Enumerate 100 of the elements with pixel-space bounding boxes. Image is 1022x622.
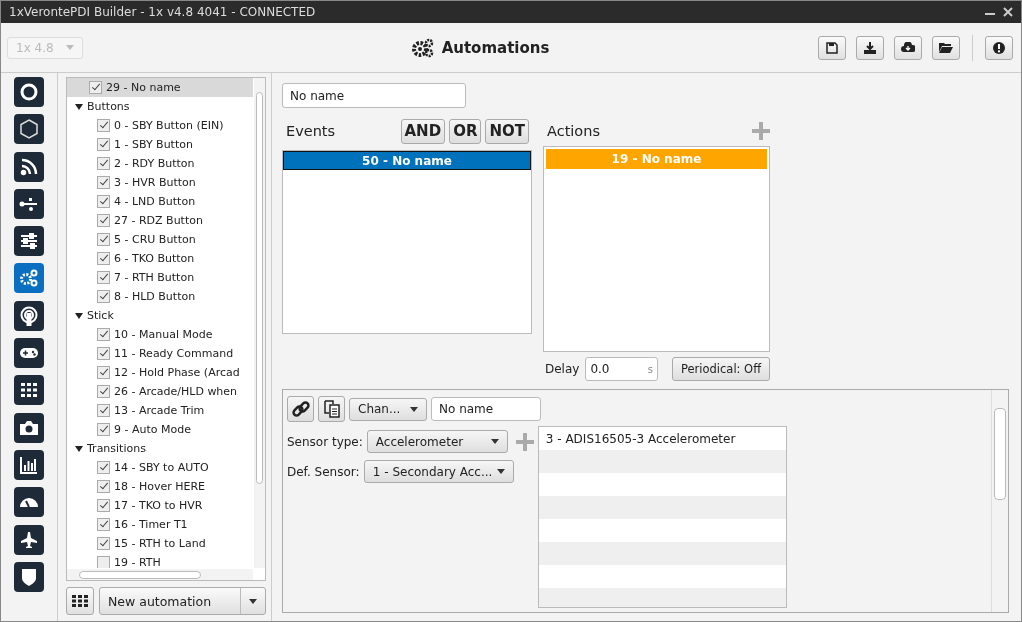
- tree-item[interactable]: 17 - TKO to HVR: [67, 496, 253, 515]
- tree-group-label[interactable]: Stick: [87, 309, 114, 322]
- event-item[interactable]: 50 - No name: [283, 151, 531, 170]
- nav-button[interactable]: [14, 77, 44, 107]
- tree-item[interactable]: 13 - Arcade Trim: [67, 401, 253, 420]
- nav-button[interactable]: [14, 226, 44, 257]
- nav-button[interactable]: [14, 375, 44, 406]
- checkbox[interactable]: [97, 499, 110, 512]
- tree-item[interactable]: 0 - SBY Button (EIN): [67, 116, 253, 135]
- cloud-download-button[interactable]: [894, 35, 922, 60]
- checkbox[interactable]: [97, 271, 110, 284]
- tree-item[interactable]: 1 - SBY Button: [67, 135, 253, 154]
- tree-item[interactable]: 18 - Hover HERE: [67, 477, 253, 496]
- copy-icon: [322, 399, 341, 419]
- download-button[interactable]: [856, 35, 884, 60]
- scrollbar[interactable]: [991, 390, 1008, 612]
- save-button[interactable]: [818, 35, 846, 60]
- tree-item[interactable]: 8 - HLD Button: [67, 287, 253, 306]
- tree-item[interactable]: 14 - SBY to AUTO: [67, 458, 253, 477]
- action-name-field[interactable]: No name: [431, 397, 541, 421]
- checkbox[interactable]: [97, 195, 110, 208]
- tree-item[interactable]: 19 - RTH: [67, 553, 253, 568]
- open-folder-button[interactable]: [932, 35, 960, 60]
- checkbox[interactable]: [97, 423, 110, 436]
- tree-item[interactable]: 2 - RDY Button: [67, 154, 253, 173]
- tree-item[interactable]: 3 - HVR Button: [67, 173, 253, 192]
- tree-item[interactable]: 11 - Ready Command: [67, 344, 253, 363]
- bar-chart-icon: [19, 454, 39, 475]
- checkbox[interactable]: [97, 138, 110, 151]
- operator-button[interactable]: NOT: [485, 118, 529, 144]
- checkbox[interactable]: [97, 119, 110, 132]
- nav-button[interactable]: [14, 561, 44, 592]
- copy-button[interactable]: [318, 396, 345, 422]
- sensor-type-dropdown[interactable]: Accelerometer: [366, 430, 508, 453]
- expand-arrow-icon[interactable]: [75, 444, 83, 453]
- nav-button[interactable]: [14, 412, 44, 443]
- close-icon[interactable]: [1003, 7, 1013, 17]
- checkbox[interactable]: [97, 461, 110, 474]
- rss-icon: [19, 156, 39, 177]
- tree-item[interactable]: 15 - RTH to Land: [67, 534, 253, 553]
- tree-item[interactable]: 5 - CRU Button: [67, 230, 253, 249]
- caret-icon: [410, 406, 418, 412]
- nav-button[interactable]: [14, 487, 44, 518]
- operator-button[interactable]: OR: [449, 118, 482, 144]
- new-automation-split-button[interactable]: New automation: [99, 587, 266, 615]
- checkbox[interactable]: [97, 328, 110, 341]
- checkbox[interactable]: [97, 233, 110, 246]
- sensor-item[interactable]: 3 - ADIS16505-3 Accelerometer: [538, 427, 786, 450]
- nav-button[interactable]: [14, 338, 44, 369]
- checkbox[interactable]: [97, 366, 110, 379]
- delay-field[interactable]: 0.0 s: [585, 357, 659, 381]
- tree-group-label[interactable]: Buttons: [87, 100, 130, 113]
- checkbox[interactable]: [97, 404, 110, 417]
- tree-item[interactable]: 9 - Auto Mode: [67, 420, 253, 439]
- tree-item[interactable]: 10 - Manual Mode: [67, 325, 253, 344]
- caret-icon: [496, 469, 505, 474]
- tree-group-label[interactable]: Transitions: [87, 442, 146, 455]
- expand-arrow-icon[interactable]: [75, 311, 83, 320]
- tree-item[interactable]: 16 - Timer T1: [67, 515, 253, 534]
- link-button[interactable]: [287, 396, 314, 422]
- channel-dropdown[interactable]: Chan...: [349, 397, 427, 421]
- checkbox[interactable]: [97, 385, 110, 398]
- default-sensor-dropdown[interactable]: 1 - Secondary Acc...: [363, 460, 514, 483]
- checkbox[interactable]: [97, 176, 110, 189]
- nav-button[interactable]: [14, 114, 44, 145]
- checkbox[interactable]: [97, 290, 110, 303]
- checkbox[interactable]: [97, 214, 110, 227]
- tree-item[interactable]: 6 - TKO Button: [67, 249, 253, 268]
- tree-item[interactable]: 12 - Hold Phase (Arcad: [67, 363, 253, 382]
- grid-button[interactable]: [66, 587, 94, 615]
- info-button[interactable]: [985, 35, 1013, 60]
- caret-icon: [249, 598, 257, 604]
- link-icon: [290, 399, 311, 419]
- nav-button[interactable]: [14, 300, 44, 331]
- name-field[interactable]: No name: [282, 83, 466, 108]
- checkbox[interactable]: [97, 537, 110, 550]
- floppy-icon: [826, 41, 838, 54]
- operator-button[interactable]: AND: [400, 118, 446, 144]
- expand-arrow-icon[interactable]: [75, 102, 83, 111]
- checkbox[interactable]: [89, 81, 102, 94]
- checkbox[interactable]: [97, 157, 110, 170]
- tree-item[interactable]: 29 - No name: [67, 78, 253, 97]
- nav-button[interactable]: [14, 151, 44, 182]
- checkbox[interactable]: [97, 480, 110, 493]
- scrollbar[interactable]: [67, 569, 253, 580]
- nav-button[interactable]: [14, 524, 44, 555]
- scrollbar[interactable]: [254, 78, 265, 568]
- tree-item[interactable]: 27 - RDZ Button: [67, 211, 253, 230]
- checkbox[interactable]: [97, 252, 110, 265]
- nav-button[interactable]: [14, 188, 44, 219]
- tree-item[interactable]: 4 - LND Button: [67, 192, 253, 211]
- periodical-button[interactable]: Periodical: Off: [672, 357, 770, 381]
- exclamation-icon: [993, 41, 1005, 54]
- checkbox[interactable]: [97, 518, 110, 531]
- checkbox[interactable]: [97, 347, 110, 360]
- sliders-icon: [19, 231, 39, 252]
- tree-item[interactable]: 26 - Arcade/HLD when: [67, 382, 253, 401]
- nav-button[interactable]: [14, 449, 44, 480]
- checkbox[interactable]: [97, 556, 110, 568]
- tree-item[interactable]: 7 - RTH Button: [67, 268, 253, 287]
